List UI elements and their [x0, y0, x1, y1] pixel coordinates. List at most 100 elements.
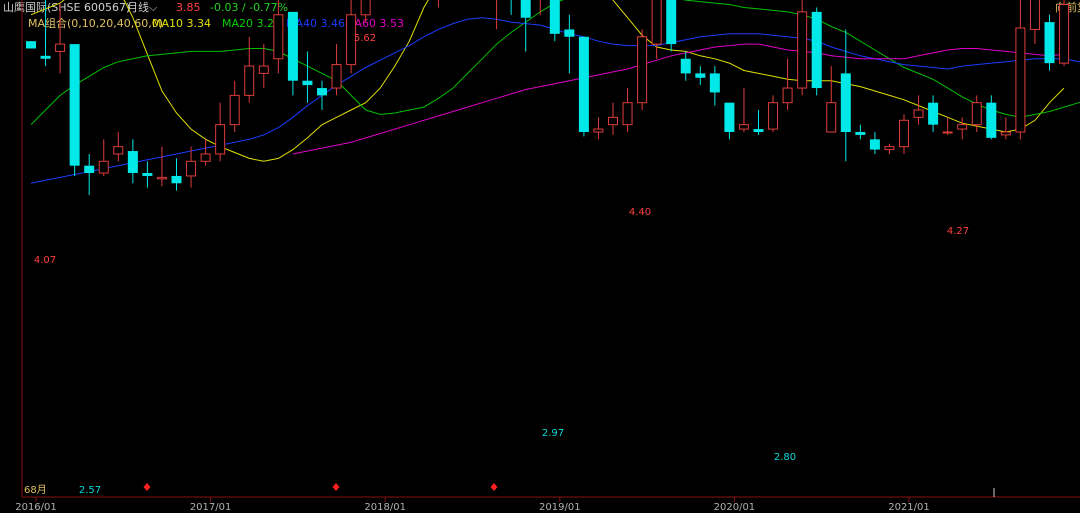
- candle: [869, 132, 880, 154]
- candle-body: [84, 165, 95, 174]
- price-annotation: 4.27: [947, 226, 969, 237]
- candle-body: [797, 11, 808, 89]
- candle: [273, 0, 284, 74]
- event-marker-icon[interactable]: [490, 483, 498, 491]
- candle-body: [1059, 4, 1070, 64]
- candle: [510, 0, 512, 15]
- candle: [1029, 0, 1040, 45]
- candle: [200, 139, 211, 166]
- candle: [244, 36, 255, 103]
- candle: [98, 139, 109, 176]
- candle: [637, 29, 648, 111]
- candle: [986, 95, 997, 140]
- candle-body: [258, 65, 269, 74]
- candle: [156, 146, 167, 187]
- x-tick-label: 2021/01: [888, 502, 930, 513]
- candle: [680, 51, 691, 81]
- candle-body: [593, 128, 604, 133]
- candle: [564, 14, 575, 74]
- candle-body: [928, 102, 939, 125]
- candle-body: [26, 41, 36, 49]
- candle: [549, 0, 560, 42]
- candle: [113, 132, 124, 162]
- candle-body: [1015, 27, 1026, 133]
- candle-body: [40, 55, 51, 59]
- candle-body: [724, 102, 735, 132]
- candle-body: [840, 73, 851, 132]
- candle: [738, 88, 749, 132]
- candle: [302, 51, 313, 103]
- candle: [55, 3, 66, 74]
- candle: [84, 153, 95, 195]
- candle-body: [113, 146, 124, 155]
- candle: [593, 117, 604, 140]
- candle: [855, 124, 866, 140]
- candle-body: [520, 0, 531, 18]
- candle-body: [768, 102, 779, 130]
- x-tick-label: 2019/01: [539, 502, 581, 513]
- candle: [695, 66, 706, 86]
- candle: [127, 139, 138, 184]
- candle: [928, 95, 939, 132]
- candle: [287, 11, 298, 96]
- candle-body: [331, 64, 342, 89]
- candle-body: [884, 146, 895, 151]
- candle-body: [695, 73, 706, 78]
- candle-body: [200, 153, 211, 162]
- candle: [1059, 0, 1070, 67]
- price-annotation: 2.57: [79, 485, 101, 496]
- x-tick-label: 2017/01: [190, 502, 232, 513]
- candle-body: [578, 36, 589, 132]
- candle-body: [564, 29, 575, 37]
- candle-body: [651, 0, 662, 45]
- candle-body: [971, 102, 982, 126]
- candle-body: [156, 176, 167, 180]
- candle-body: [127, 151, 138, 174]
- candle-body: [986, 102, 997, 138]
- candle-body: [869, 139, 880, 150]
- candles: [26, 0, 1070, 195]
- candle-body: [171, 175, 182, 184]
- candle-body: [637, 36, 648, 104]
- candle-body: [549, 0, 560, 34]
- candle-body: [753, 129, 764, 132]
- event-marker-icon[interactable]: [143, 483, 151, 491]
- candle-body: [855, 132, 866, 135]
- candle-body: [782, 87, 793, 104]
- x-tick-label: 2016/01: [15, 502, 57, 513]
- price-annotation: 2.80: [774, 452, 796, 463]
- price-annotation: 2.97: [542, 428, 564, 439]
- event-marker-icon[interactable]: [332, 483, 340, 491]
- candle: [331, 44, 342, 96]
- candle-body: [738, 124, 749, 130]
- candle: [884, 143, 895, 154]
- candle: [666, 0, 677, 52]
- candle: [317, 80, 327, 111]
- candle: [258, 44, 269, 89]
- candle-body: [317, 88, 327, 96]
- candle-body: [1029, 0, 1040, 30]
- candle: [186, 146, 197, 188]
- candle-body: [680, 58, 691, 74]
- ma60-line: [292, 43, 1065, 155]
- x-tick-label: 2020/01: [714, 502, 756, 513]
- candle-body: [360, 0, 371, 16]
- candle: [171, 158, 182, 191]
- candle: [826, 66, 837, 133]
- candle-body: [899, 119, 909, 148]
- candle: [142, 161, 153, 188]
- candle: [1000, 117, 1011, 140]
- candle: [782, 58, 793, 111]
- candle-body: [142, 173, 153, 176]
- candle: [840, 29, 851, 162]
- price-annotation: 5.62: [354, 33, 376, 44]
- candle-body: [811, 11, 822, 89]
- candle: [913, 95, 924, 125]
- candle-body: [287, 11, 298, 81]
- candle: [608, 102, 618, 135]
- candlestick-chart[interactable]: 5.004.002016/012017/012018/012019/012020…: [0, 0, 1080, 513]
- candle-body: [273, 14, 284, 60]
- candle-body: [302, 80, 313, 86]
- candle: [26, 41, 36, 49]
- ma10-line: [30, 0, 1065, 162]
